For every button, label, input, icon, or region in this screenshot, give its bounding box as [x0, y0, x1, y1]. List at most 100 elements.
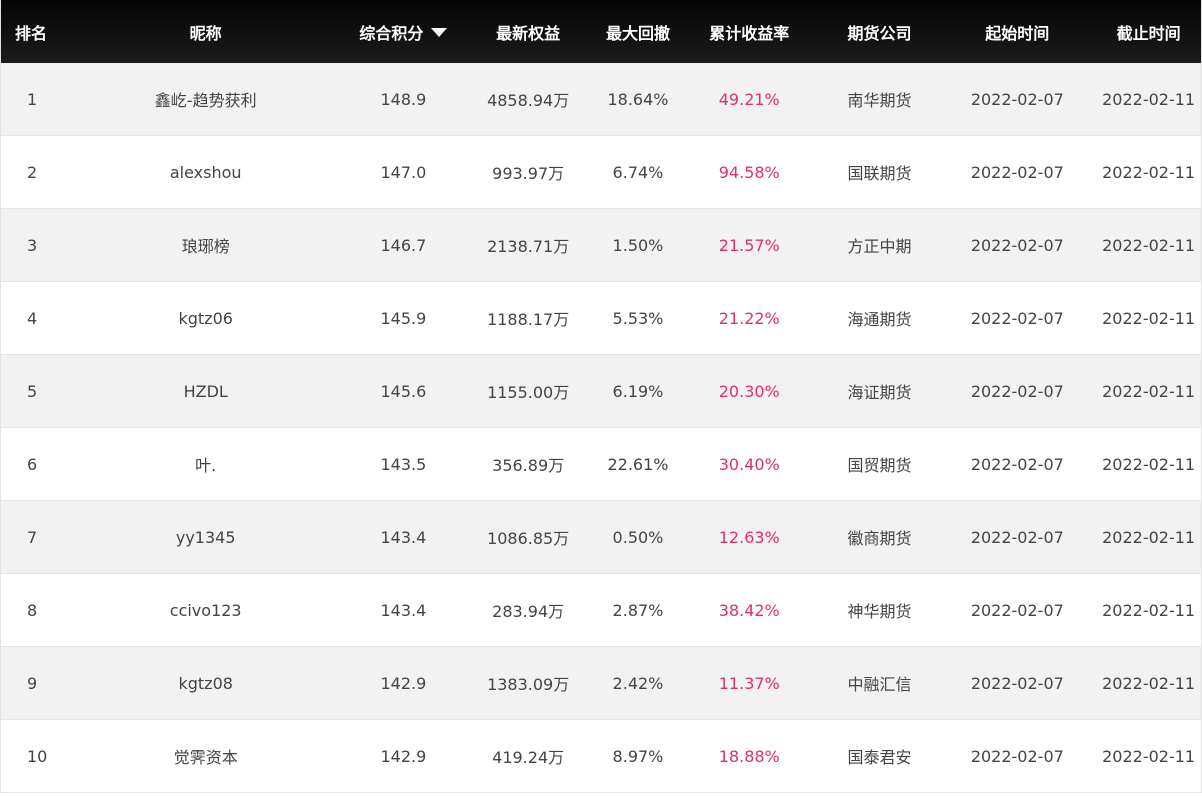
- table-row[interactable]: 4 kgtz06 145.9 1188.17万 5.53% 21.22% 海通期货 2022-…: [1, 282, 1201, 355]
- cell-name[interactable]: 琅琊榜: [63, 233, 349, 257]
- cell-name[interactable]: yy1345: [63, 528, 349, 547]
- cell-name[interactable]: HZDL: [63, 382, 349, 401]
- table-row[interactable]: 9 kgtz08 142.9 1383.09万 2.42% 11.37% 中融汇信 2022-…: [1, 647, 1201, 720]
- column-header-end-time: 截止时间: [1116, 23, 1181, 43]
- cell-score: 145.6: [380, 381, 427, 401]
- cell-rank: 9: [27, 673, 38, 693]
- cell-equity: 419.24万: [492, 748, 565, 767]
- cell-score: 143.4: [380, 600, 427, 620]
- cell-end-time: 2022-02-11: [1102, 454, 1196, 474]
- table-row[interactable]: 8 ccivo123 143.4 283.94万 2.87% 38.42% 神华期货 2022…: [1, 574, 1201, 647]
- cell-score: 145.9: [380, 308, 427, 328]
- cell-score: 146.7: [380, 235, 427, 255]
- cell-name[interactable]: kgtz06: [63, 309, 349, 328]
- column-header-score-sort[interactable]: 综合积分: [348, 20, 458, 44]
- cell-end-time: 2022-02-11: [1102, 89, 1196, 109]
- cell-cum-return: 49.21%: [718, 89, 780, 109]
- cell-start-time: 2022-02-07: [970, 89, 1064, 109]
- cell-equity: 1383.09万: [487, 675, 570, 694]
- table-row[interactable]: 5 HZDL 145.6 1155.00万 6.19% 20.30% 海证期货 2022-02…: [1, 355, 1201, 428]
- cell-equity: 4858.94万: [487, 91, 570, 110]
- cell-broker: 国泰君安: [847, 748, 912, 767]
- column-header-start-time: 起始时间: [985, 23, 1050, 43]
- table-body: 1 鑫屹-趋势获利 148.9 4858.94万 18.64% 49.21% 南华期货 202…: [1, 63, 1201, 793]
- cell-max-drawdown: 2.87%: [612, 600, 664, 620]
- column-header-cum-return: 累计收益率: [709, 23, 790, 43]
- cell-broker: 中融汇信: [847, 675, 912, 694]
- cell-rank: 1: [27, 89, 38, 109]
- table-row[interactable]: 3 琅琊榜 146.7 2138.71万 1.50% 21.57% 方正中期 2022-02-…: [1, 209, 1201, 282]
- cell-equity: 1155.00万: [487, 383, 570, 402]
- column-header-equity: 最新权益: [496, 23, 561, 43]
- cell-broker: 海证期货: [847, 383, 912, 402]
- cell-end-time: 2022-02-11: [1102, 162, 1196, 182]
- cell-max-drawdown: 0.50%: [612, 527, 664, 547]
- cell-max-drawdown: 1.50%: [612, 235, 664, 255]
- cell-cum-return: 21.22%: [718, 308, 780, 328]
- table-row[interactable]: 1 鑫屹-趋势获利 148.9 4858.94万 18.64% 49.21% 南华期货 202…: [1, 63, 1201, 136]
- cell-name[interactable]: alexshou: [63, 163, 349, 182]
- cell-max-drawdown: 8.97%: [612, 746, 664, 766]
- cell-start-time: 2022-02-07: [970, 673, 1064, 693]
- cell-end-time: 2022-02-11: [1102, 527, 1196, 547]
- cell-broker: 国联期货: [847, 164, 912, 183]
- table-header: 排名 昵称 综合积分 最新权益 最大回撤 累计收益率 期货公司 起始时间 截止时…: [1, 0, 1201, 63]
- cell-rank: 4: [27, 308, 38, 328]
- cell-end-time: 2022-02-11: [1102, 235, 1196, 255]
- cell-score: 148.9: [380, 89, 427, 109]
- column-header-score-label: 综合积分: [359, 23, 424, 43]
- cell-broker: 国贸期货: [847, 456, 912, 475]
- cell-score: 143.4: [380, 527, 427, 547]
- cell-name[interactable]: 叶.: [63, 452, 349, 476]
- cell-broker: 徽商期货: [847, 529, 912, 548]
- table-row[interactable]: 2 alexshou 147.0 993.97万 6.74% 94.58% 国联期货 2022…: [1, 136, 1201, 209]
- cell-max-drawdown: 6.74%: [612, 162, 664, 182]
- cell-equity: 1086.85万: [487, 529, 570, 548]
- cell-start-time: 2022-02-07: [970, 162, 1064, 182]
- cell-start-time: 2022-02-07: [970, 746, 1064, 766]
- cell-rank: 5: [27, 381, 38, 401]
- cell-name[interactable]: 鑫屹-趋势获利: [63, 87, 349, 111]
- ranking-table: 排名 昵称 综合积分 最新权益 最大回撤 累计收益率 期货公司 起始时间 截止时…: [0, 0, 1202, 793]
- column-header-max-drawdown: 最大回撤: [605, 23, 670, 43]
- cell-rank: 2: [27, 162, 38, 182]
- cell-equity: 1188.17万: [487, 310, 570, 329]
- column-header-name: 昵称: [189, 23, 222, 43]
- cell-cum-return: 18.88%: [718, 746, 780, 766]
- cell-equity: 356.89万: [492, 456, 565, 475]
- cell-cum-return: 94.58%: [718, 162, 780, 182]
- cell-equity: 993.97万: [492, 164, 565, 183]
- cell-rank: 6: [27, 454, 38, 474]
- cell-broker: 方正中期: [847, 237, 912, 256]
- cell-name[interactable]: 觉霁资本: [63, 744, 349, 768]
- cell-cum-return: 12.63%: [718, 527, 780, 547]
- table-row[interactable]: 7 yy1345 143.4 1086.85万 0.50% 12.63% 徽商期货 2022-…: [1, 501, 1201, 574]
- cell-rank: 10: [27, 746, 48, 766]
- cell-rank: 3: [27, 235, 38, 255]
- cell-rank: 8: [27, 600, 38, 620]
- table-row[interactable]: 6 叶. 143.5 356.89万 22.61% 30.40% 国贸期货 2022-02-0…: [1, 428, 1201, 501]
- cell-cum-return: 21.57%: [718, 235, 780, 255]
- cell-broker: 海通期货: [847, 310, 912, 329]
- cell-max-drawdown: 18.64%: [607, 89, 669, 109]
- column-header-rank: 排名: [15, 23, 48, 43]
- cell-start-time: 2022-02-07: [970, 454, 1064, 474]
- cell-end-time: 2022-02-11: [1102, 600, 1196, 620]
- cell-max-drawdown: 2.42%: [612, 673, 664, 693]
- cell-cum-return: 38.42%: [718, 600, 780, 620]
- cell-max-drawdown: 5.53%: [612, 308, 664, 328]
- cell-start-time: 2022-02-07: [970, 381, 1064, 401]
- cell-start-time: 2022-02-07: [970, 600, 1064, 620]
- caret-down-icon: [431, 27, 448, 37]
- cell-equity: 283.94万: [492, 602, 565, 621]
- cell-name[interactable]: ccivo123: [63, 601, 349, 620]
- column-header-broker: 期货公司: [847, 23, 912, 43]
- table-row[interactable]: 10 觉霁资本 142.9 419.24万 8.97% 18.88% 国泰君安 2022-02…: [1, 720, 1201, 793]
- cell-max-drawdown: 22.61%: [607, 454, 669, 474]
- cell-equity: 2138.71万: [487, 237, 570, 256]
- cell-end-time: 2022-02-11: [1102, 673, 1196, 693]
- cell-cum-return: 30.40%: [718, 454, 780, 474]
- cell-cum-return: 20.30%: [718, 381, 780, 401]
- cell-score: 142.9: [380, 673, 427, 693]
- cell-name[interactable]: kgtz08: [63, 674, 349, 693]
